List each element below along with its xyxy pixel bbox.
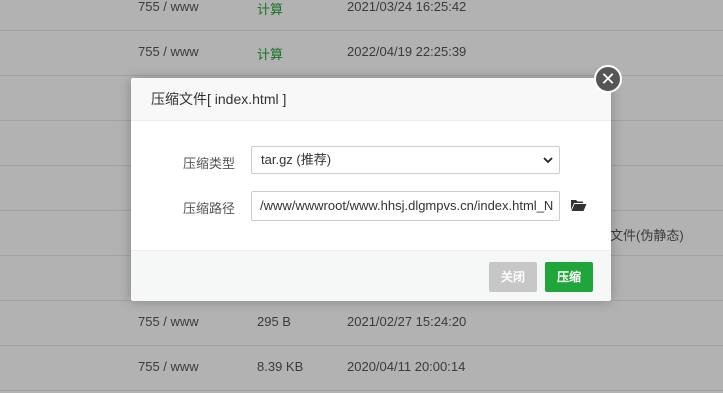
close-icon[interactable]: ✕: [594, 65, 622, 93]
compress-path-input[interactable]: /www/wwwroot/www.hhsj.dlgmpvs.cn/index.h…: [251, 191, 560, 221]
folder-open-icon[interactable]: [570, 198, 587, 212]
dialog-title: 压缩文件[ index.html ]: [131, 78, 611, 121]
compress-type-select[interactable]: tar.gz (推荐): [251, 146, 560, 174]
compress-type-label: 压缩类型: [183, 156, 236, 171]
compress-path-label: 压缩路径: [183, 201, 236, 216]
compress-type-row: 压缩类型 tar.gz (推荐): [131, 146, 611, 176]
chevron-down-icon: [543, 157, 553, 164]
dialog-footer: 关闭 压缩: [131, 250, 611, 301]
compress-button[interactable]: 压缩: [545, 262, 593, 292]
compress-type-value: tar.gz (推荐): [261, 152, 332, 167]
compress-path-row: 压缩路径 /www/wwwroot/www.hhsj.dlgmpvs.cn/in…: [131, 191, 611, 221]
close-button[interactable]: 关闭: [489, 262, 537, 292]
compress-dialog: 压缩文件[ index.html ] 压缩类型 tar.gz (推荐) 压缩路径…: [131, 78, 611, 301]
